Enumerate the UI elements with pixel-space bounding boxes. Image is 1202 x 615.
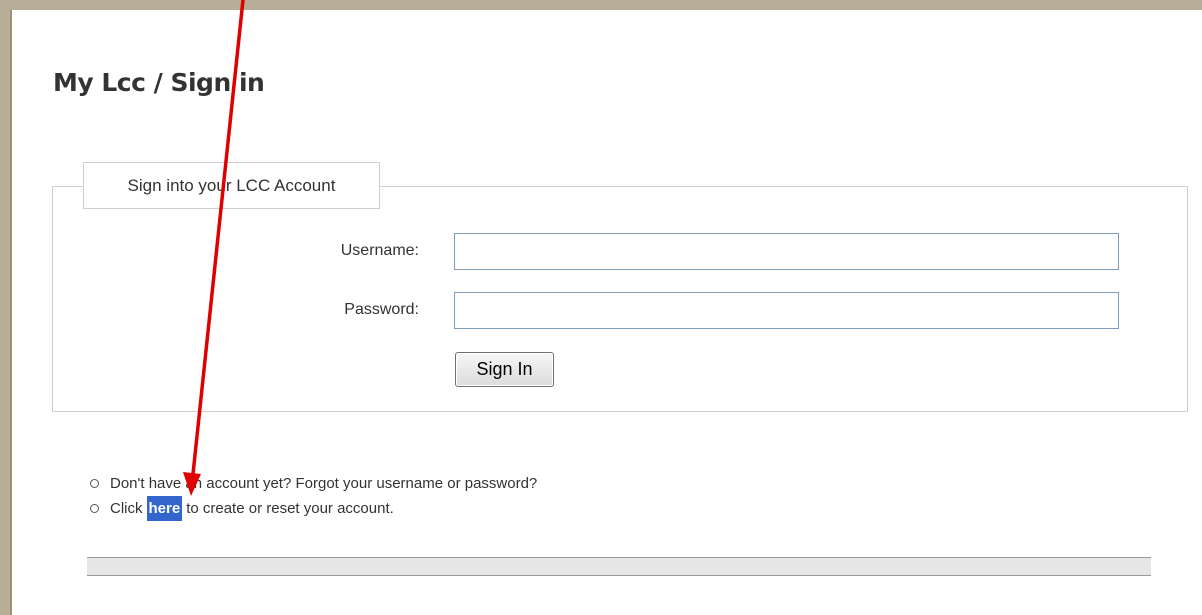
username-label: Username: xyxy=(340,242,419,259)
circle-bullet-icon xyxy=(90,504,99,513)
list-item: Click here to create or reset your accou… xyxy=(90,496,537,521)
circle-bullet-icon xyxy=(90,479,99,488)
help-text-click: Click xyxy=(110,500,143,517)
password-label: Password: xyxy=(344,301,419,318)
footer-bar xyxy=(87,557,1151,576)
help-text-create: to create or reset your account. xyxy=(186,500,394,517)
help-list: Don't have an account yet? Forgot your u… xyxy=(90,471,537,521)
list-item: Don't have an account yet? Forgot your u… xyxy=(90,471,537,496)
help-text-account: Don't have an account yet? Forgot your u… xyxy=(110,475,538,492)
password-field[interactable] xyxy=(454,292,1119,329)
page-body: My Lcc / Sign in Sign into your LCC Acco… xyxy=(10,10,1202,615)
sign-in-legend: Sign into your LCC Account xyxy=(83,162,380,209)
create-reset-account-link[interactable]: here xyxy=(146,496,183,521)
page-title: My Lcc / Sign in xyxy=(53,68,265,97)
username-field[interactable] xyxy=(454,233,1119,270)
sign-in-button[interactable]: Sign In xyxy=(455,352,554,387)
